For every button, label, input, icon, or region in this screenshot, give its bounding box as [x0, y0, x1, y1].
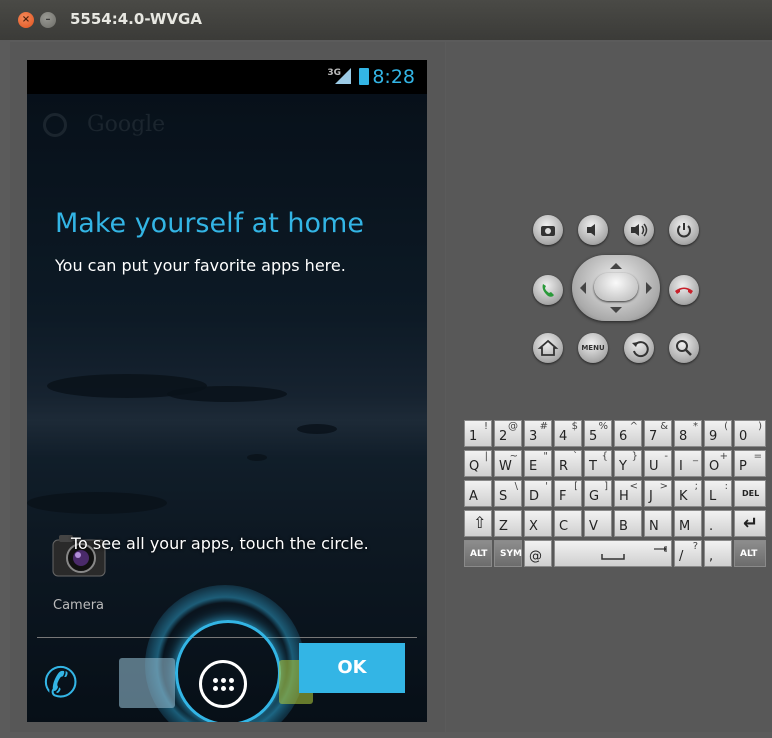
key-c[interactable]: C [554, 510, 582, 537]
key-space[interactable] [554, 540, 672, 567]
key-period[interactable]: . [704, 510, 732, 537]
key-a[interactable]: A [464, 480, 492, 507]
close-icon[interactable]: × [18, 12, 34, 28]
hardware-keyboard: 1! 2 @ 3 # 4 $ 5% 6 ^ 7 & 8 * 9( 0) Q | W ~ E " R… [464, 420, 768, 568]
camera-label: Camera [53, 598, 105, 613]
key-p[interactable]: P = [734, 450, 766, 477]
key-del[interactable]: DEL [734, 480, 766, 507]
tutorial-subheading: You can put your favorite apps here. [55, 256, 346, 275]
dpad-center-button[interactable] [594, 273, 638, 301]
key-n[interactable]: N [644, 510, 672, 537]
key-u[interactable]: U- [644, 450, 672, 477]
home-button[interactable] [533, 333, 563, 363]
key-f[interactable]: F[ [554, 480, 582, 507]
volume-down-button[interactable] [578, 215, 608, 245]
key-7[interactable]: 7 & [644, 420, 672, 447]
key-2[interactable]: 2 @ [494, 420, 522, 447]
key-x[interactable]: X [524, 510, 552, 537]
key-at[interactable]: @ [524, 540, 552, 567]
apps-hint: To see all your apps, touch the circle. [71, 534, 369, 553]
key-t[interactable]: T{ [584, 450, 612, 477]
key-s[interactable]: S \ [494, 480, 522, 507]
signal-icon [335, 68, 351, 84]
back-icon [632, 341, 649, 358]
keyboard-row-3: A S \ D ' F[ G] H < J > K; L: DEL [464, 480, 768, 508]
key-g[interactable]: G] [584, 480, 612, 507]
key-6[interactable]: 6 ^ [614, 420, 642, 447]
keyboard-row-2: Q | W ~ E " R ` T{ Y} U- I _ O + P = [464, 450, 768, 478]
menu-icon: MENU [581, 344, 605, 352]
key-slash[interactable]: /? [674, 540, 702, 567]
key-l[interactable]: L: [704, 480, 732, 507]
home-icon [537, 339, 559, 356]
key-comma[interactable]: , [704, 540, 732, 567]
end-call-button[interactable] [669, 275, 699, 305]
key-alt-left[interactable]: ALT [464, 540, 492, 567]
key-k[interactable]: K; [674, 480, 702, 507]
space-icon [601, 554, 625, 560]
key-m[interactable]: M [674, 510, 702, 537]
key-0[interactable]: 0) [734, 420, 766, 447]
key-1[interactable]: 1! [464, 420, 492, 447]
key-y[interactable]: Y} [614, 450, 642, 477]
key-shift[interactable]: ⇧ [464, 510, 492, 537]
key-r[interactable]: R ` [554, 450, 582, 477]
back-button[interactable] [624, 333, 654, 363]
search-icon [676, 340, 692, 356]
contacts-icon[interactable] [119, 658, 175, 708]
key-8[interactable]: 8 * [674, 420, 702, 447]
key-4[interactable]: 4 $ [554, 420, 582, 447]
power-icon [677, 223, 691, 238]
camera-icon [541, 226, 555, 236]
key-v[interactable]: V [584, 510, 612, 537]
keyboard-row-5: ALT SYM @ /? , ALT [464, 540, 768, 568]
volume-down-icon [587, 224, 595, 236]
key-alt-right[interactable]: ALT [734, 540, 766, 567]
battery-icon [359, 68, 369, 85]
volume-up-button[interactable] [624, 215, 654, 245]
device-screen[interactable]: 3G 8:28 Google Make yourself at home You… [27, 60, 427, 722]
key-z[interactable]: Z [494, 510, 522, 537]
all-apps-button[interactable] [199, 660, 247, 708]
end-call-icon [675, 287, 693, 294]
window-titlebar: × – 5554:4.0-WVGA [0, 0, 772, 41]
call-icon [542, 284, 554, 297]
tutorial-heading: Make yourself at home [55, 208, 364, 239]
window-title: 5554:4.0-WVGA [70, 10, 202, 28]
power-button[interactable] [669, 215, 699, 245]
search-button[interactable] [669, 333, 699, 363]
key-e[interactable]: E " [524, 450, 552, 477]
key-j[interactable]: J > [644, 480, 672, 507]
camera-button[interactable] [533, 215, 563, 245]
key-b[interactable]: B [614, 510, 642, 537]
key-3[interactable]: 3 # [524, 420, 552, 447]
key-h[interactable]: H < [614, 480, 642, 507]
key-sym[interactable]: SYM [494, 540, 522, 567]
key-9[interactable]: 9( [704, 420, 732, 447]
key-q[interactable]: Q | [464, 450, 492, 477]
key-o[interactable]: O + [704, 450, 732, 477]
controls-panel [446, 42, 772, 732]
phone-icon[interactable]: ✆ [43, 658, 78, 707]
status-time: 8:28 [372, 66, 415, 88]
key-i[interactable]: I _ [674, 450, 702, 477]
status-bar: 3G 8:28 [27, 60, 427, 94]
key-d[interactable]: D ' [524, 480, 552, 507]
ok-button[interactable]: OK [299, 643, 405, 693]
volume-up-icon [631, 223, 648, 237]
tab-icon [654, 546, 667, 552]
call-button[interactable] [533, 275, 563, 305]
key-w[interactable]: W ~ [494, 450, 522, 477]
keyboard-row-4: ⇧ Z X C V B N M . ↵ [464, 510, 768, 538]
menu-button[interactable]: MENU [578, 333, 608, 363]
keyboard-row-1: 1! 2 @ 3 # 4 $ 5% 6 ^ 7 & 8 * 9( 0) [464, 420, 768, 448]
minimize-icon[interactable]: – [40, 12, 56, 28]
key-5[interactable]: 5% [584, 420, 612, 447]
key-enter[interactable]: ↵ [734, 510, 766, 537]
